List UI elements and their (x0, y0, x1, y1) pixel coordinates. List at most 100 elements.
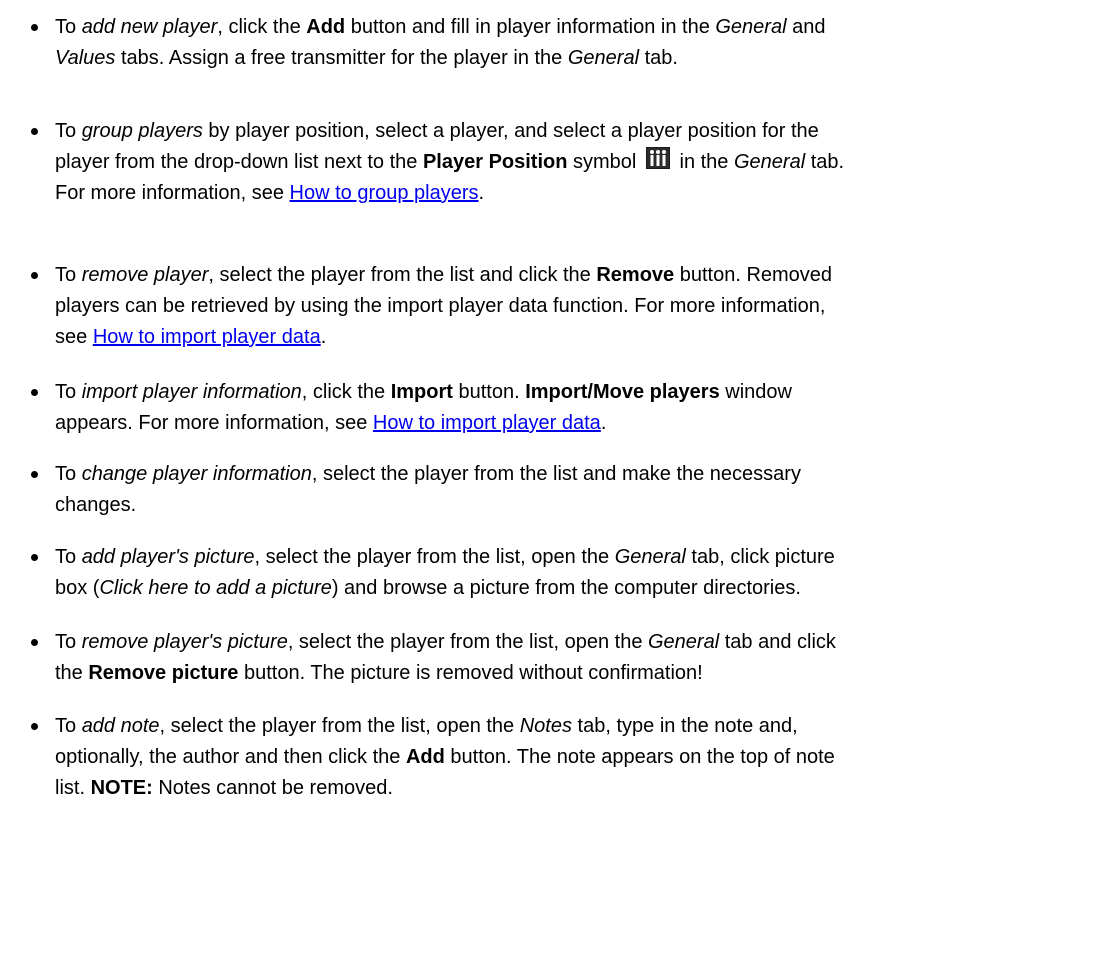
body-text: . (320, 326, 327, 348)
body-text: button. The picture is removed without c… (238, 662, 703, 684)
bullet-point (31, 723, 38, 730)
bullet-point (31, 554, 38, 561)
text-line: To import player information, click the … (55, 377, 1100, 408)
help-link[interactable]: How to import player data (373, 412, 601, 434)
text-line: Values tabs. Assign a free transmitter f… (55, 43, 1100, 74)
text-line: box (Click here to add a picture) and br… (55, 573, 1100, 604)
text-line: see How to import player data. (55, 322, 1100, 353)
body-text: and (786, 16, 826, 38)
list-item-text: To import player information, click the … (55, 377, 1100, 439)
body-text: see (55, 326, 93, 348)
body-text: tab and click (719, 631, 836, 653)
body-text: in the (673, 151, 734, 173)
body-text: , select the player from the list, open … (287, 631, 648, 653)
list-item-text: To remove player, select the player from… (55, 260, 1100, 353)
bold-ui-term: NOTE: (90, 777, 153, 799)
body-text: symbol (567, 151, 642, 173)
body-text: appears. For more information, see (55, 412, 373, 434)
emphasis-text: remove player's picture (81, 631, 288, 653)
emphasis-text: add player's picture (81, 546, 255, 568)
list-item-text: To group players by player position, sel… (55, 116, 1100, 209)
help-document: To add new player, click the Add button … (0, 0, 1117, 978)
list-item-text: To add note, select the player from the … (55, 711, 1100, 804)
text-line: For more information, see How to group p… (55, 178, 1100, 209)
body-text: To (55, 381, 82, 403)
body-text: button. (452, 381, 526, 403)
body-text: box ( (55, 577, 100, 599)
text-line: optionally, the author and then click th… (55, 742, 1100, 773)
body-text: the (55, 662, 89, 684)
body-text: , select the player from the list, open … (254, 546, 615, 568)
player-position-icon (645, 147, 670, 169)
help-link[interactable]: How to import player data (93, 326, 321, 348)
bullet-point (31, 272, 38, 279)
body-text: To (55, 463, 82, 485)
bullet-point (31, 24, 38, 31)
body-text: Notes cannot be removed. (152, 777, 393, 799)
body-text: To (55, 16, 82, 38)
emphasis-text: General (648, 631, 720, 653)
text-line: To remove player, select the player from… (55, 260, 1100, 291)
body-text: changes. (55, 494, 137, 516)
bold-ui-term: Add (405, 746, 445, 768)
text-line: To add player's picture, select the play… (55, 542, 1100, 573)
body-text: , click the (217, 16, 307, 38)
bullet-point (31, 471, 38, 478)
text-line: To change player information, select the… (55, 459, 1100, 490)
emphasis-text: import player information (81, 381, 302, 403)
text-line: To add new player, click the Add button … (55, 12, 1100, 43)
body-text: tab. (639, 47, 678, 69)
body-text: tabs. Assign a free transmitter for the … (115, 47, 568, 69)
emphasis-text: General (715, 16, 787, 38)
text-line: players can be retrieved by using the im… (55, 291, 1100, 322)
body-text: To (55, 120, 82, 142)
body-text: . (600, 412, 607, 434)
bold-ui-term: Import/Move players (525, 381, 720, 403)
body-text: To (55, 631, 82, 653)
emphasis-text: Notes (519, 715, 572, 737)
list-item-text: To change player information, select the… (55, 459, 1100, 521)
bold-ui-term: Import (390, 381, 453, 403)
bold-ui-term: Remove picture (88, 662, 239, 684)
emphasis-text: group players (81, 120, 203, 142)
emphasis-text: General (567, 47, 640, 69)
text-line: player from the drop-down list next to t… (55, 147, 1100, 178)
emphasis-text: Click here to add a picture (99, 577, 332, 599)
text-line: To add note, select the player from the … (55, 711, 1100, 742)
bullet-point (31, 639, 38, 646)
emphasis-text: remove player (81, 264, 209, 286)
bullet-point (31, 128, 38, 135)
body-text: To (55, 546, 82, 568)
body-text: list. (55, 777, 91, 799)
emphasis-text: add new player (81, 16, 218, 38)
body-text: button and fill in player information in… (345, 16, 716, 38)
bold-ui-term: Remove (596, 264, 675, 286)
body-text: tab. (805, 151, 845, 173)
emphasis-text: General (614, 546, 686, 568)
body-text: To (55, 715, 82, 737)
bold-ui-term: Add (306, 16, 346, 38)
text-line: the Remove picture button. The picture i… (55, 658, 1100, 689)
emphasis-text: change player information (81, 463, 312, 485)
emphasis-text: add note (81, 715, 160, 737)
body-text: . (478, 182, 485, 204)
body-text: by player position, select a player, and… (202, 120, 819, 142)
body-text: optionally, the author and then click th… (55, 746, 406, 768)
body-text: ) and browse a picture from the computer… (331, 577, 801, 599)
text-line: list. NOTE: Notes cannot be removed. (55, 773, 1100, 804)
help-link[interactable]: How to group players (290, 182, 479, 204)
body-text: , select the player from the list, open … (159, 715, 520, 737)
body-text: window (719, 381, 792, 403)
text-line: To remove player's picture, select the p… (55, 627, 1100, 658)
body-text: , select the player from the list and ma… (311, 463, 801, 485)
list-item-text: To add player's picture, select the play… (55, 542, 1100, 604)
body-text: button. Removed (674, 264, 833, 286)
body-text: For more information, see (55, 182, 290, 204)
emphasis-text: Values (55, 47, 116, 69)
body-text: player from the drop-down list next to t… (55, 151, 423, 173)
bold-ui-term: Player Position (422, 151, 568, 173)
list-item-text: To add new player, click the Add button … (55, 12, 1100, 74)
text-line: changes. (55, 490, 1100, 521)
bullet-point (31, 389, 38, 396)
body-text: players can be retrieved by using the im… (55, 295, 826, 317)
